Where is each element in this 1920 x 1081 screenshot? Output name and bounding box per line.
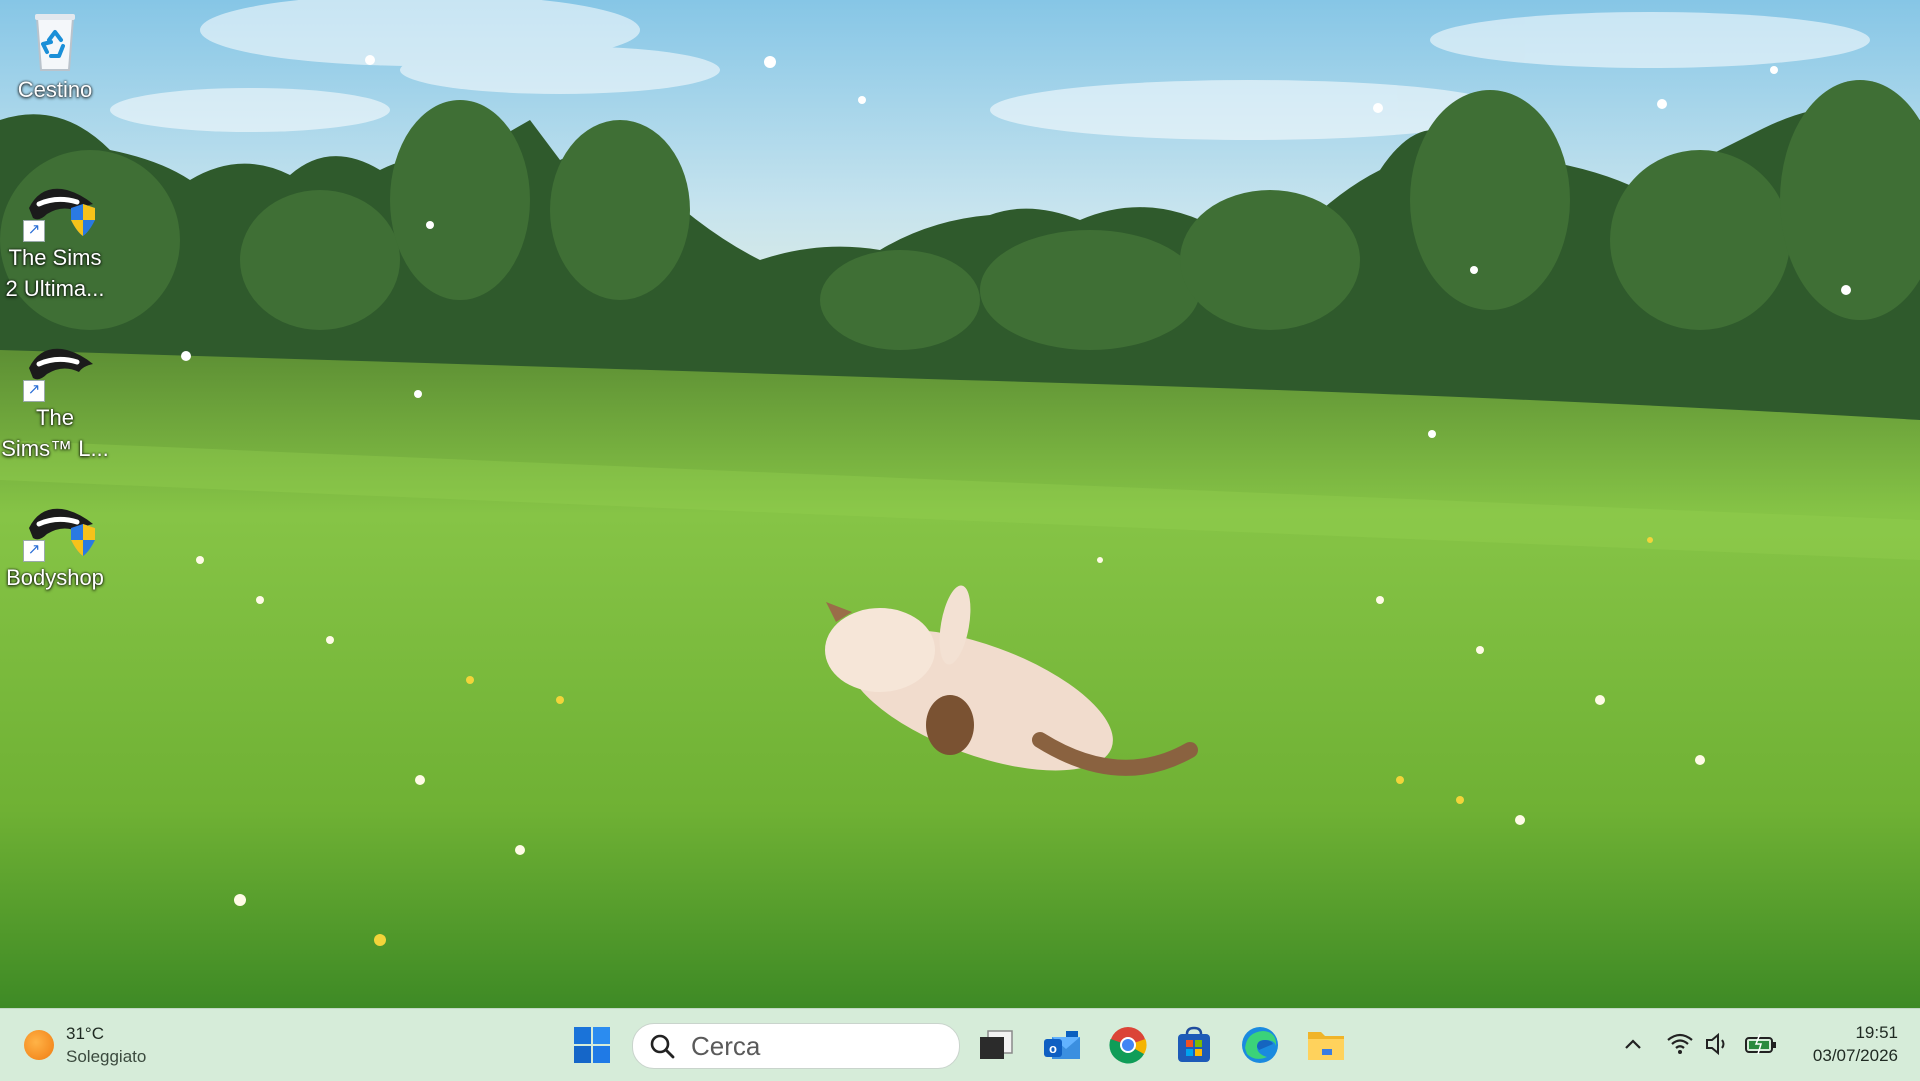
weather-temperature: 31°C [66,1024,104,1043]
sims2-ultimate-icon: ↗ [23,178,95,242]
desktop-icon-sims2-ultimate[interactable]: ↗ The Sims 2 Ultima... [0,178,110,304]
edge-icon [1242,1027,1278,1063]
clock-date: 03/07/2026 [1812,1046,1898,1065]
edge-button[interactable] [1236,1021,1284,1069]
recycle-bin-icon [23,10,87,74]
desktop-icon-label: Cestino [17,77,93,102]
search-input[interactable] [689,1029,923,1063]
shortcut-arrow-icon: ↗ [23,540,45,562]
file-explorer-button[interactable] [1302,1021,1350,1069]
wifi-icon[interactable] [1666,1031,1696,1059]
desktop-icon-sims-life-stories[interactable]: ↗ The Sims™ L... [0,338,110,464]
chrome-icon [1109,1027,1147,1064]
store-icon [1178,1026,1210,1062]
task-view-icon [980,1030,1013,1059]
clock[interactable]: 19:51 03/07/2026 [1813,1021,1898,1067]
outlook-button[interactable]: o [1038,1021,1086,1069]
microsoft-store-button[interactable] [1170,1021,1218,1069]
shortcut-arrow-icon: ↗ [23,380,45,402]
search-icon [650,1034,675,1059]
wallpaper-meadow-cat [0,0,1920,1008]
windows-logo-icon [574,1027,610,1063]
taskbar: 31°C Soleggiato o [0,1008,1920,1081]
bodyshop-icon: ↗ [23,498,95,562]
folder-icon [1308,1032,1344,1060]
battery-icon[interactable] [1744,1031,1778,1059]
chrome-button[interactable] [1104,1021,1152,1069]
desktop-icon-bodyshop[interactable]: ↗ Bodyshop [0,498,110,593]
desktop-icon-label-line2: 2 Ultima... [5,276,105,301]
desktop-icon-label-line1: The Sims [8,245,102,270]
search-box[interactable] [632,1023,960,1069]
desktop-icon-label-line1: The [36,405,74,430]
weather-widget[interactable]: 31°C Soleggiato [24,1021,146,1069]
svg-text:o: o [1049,1041,1057,1056]
desktop[interactable]: Cestino ↗ The Sims 2 Ultima... ↗ The Sim… [0,0,1920,1008]
weather-condition: Soleggiato [66,1047,147,1066]
chevron-up-icon[interactable] [1620,1031,1650,1059]
start-button[interactable] [568,1021,616,1069]
clock-time: 19:51 [1855,1023,1898,1042]
desktop-icon-label-line2: Sims™ L... [1,436,109,461]
task-view-button[interactable] [972,1021,1020,1069]
desktop-icon-recycle-bin[interactable]: Cestino [0,10,110,105]
desktop-icon-label: Bodyshop [6,565,104,590]
sun-icon [24,1030,54,1060]
sims-life-stories-icon: ↗ [23,338,93,402]
shortcut-arrow-icon: ↗ [23,220,45,242]
volume-icon[interactable] [1704,1031,1734,1059]
outlook-icon: o [1044,1031,1080,1059]
